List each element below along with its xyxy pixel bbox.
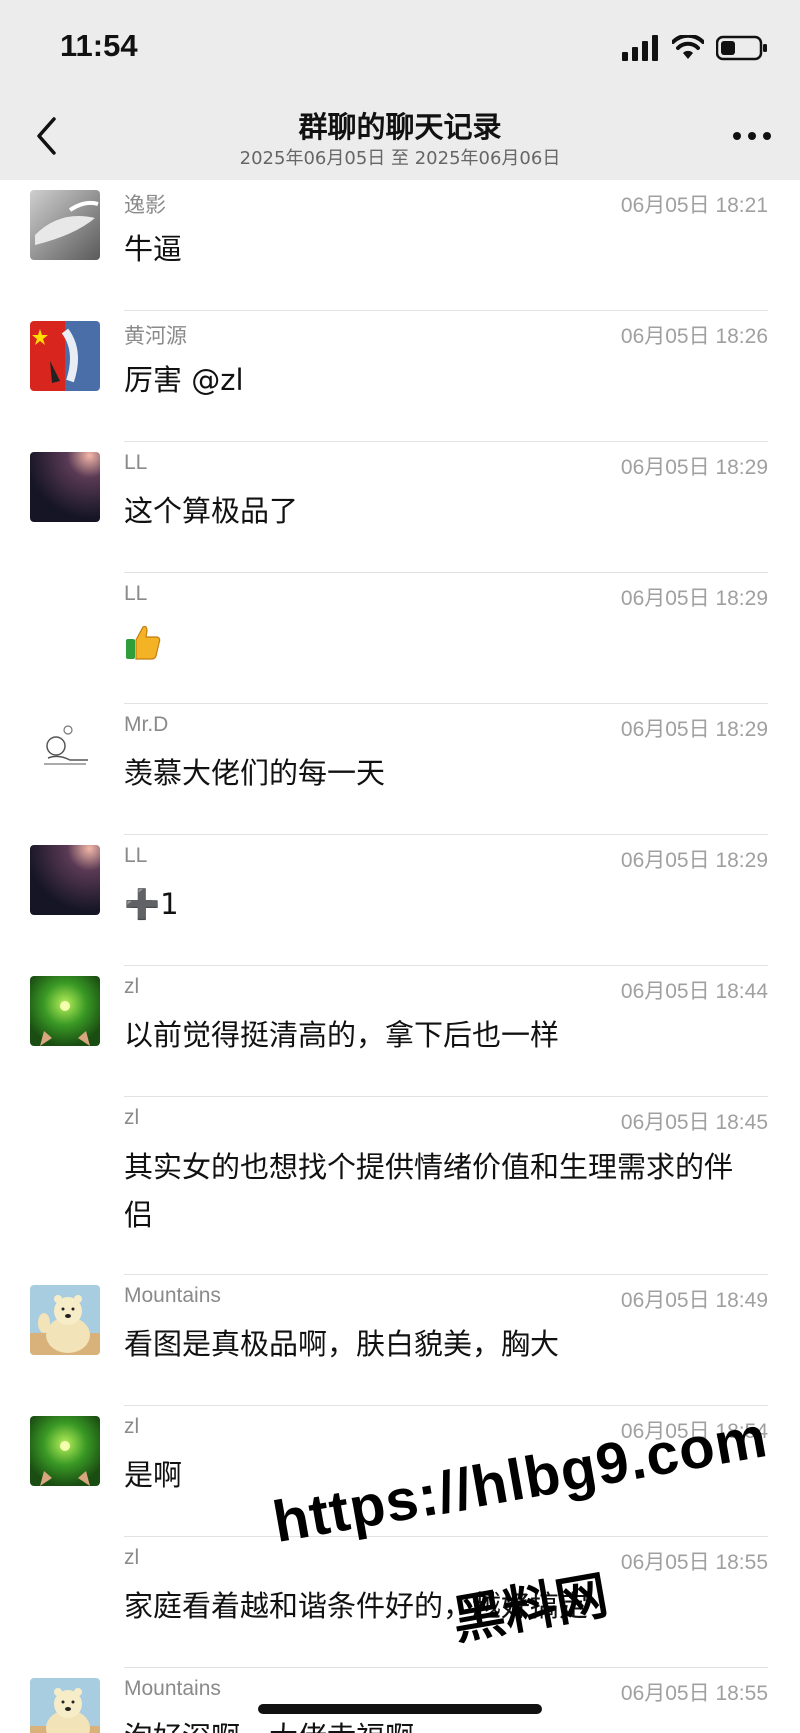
avatar-flag-image [30, 321, 100, 391]
message-timestamp: 06月05日 18:29 [620, 587, 768, 610]
sender-name: zl [124, 975, 140, 998]
message-timestamp: 06月05日 18:29 [620, 456, 768, 479]
message-emoji [124, 623, 764, 674]
date-range-subtitle: 2025年06月05日 至 2025年06月06日 [239, 148, 561, 169]
sender-name: Mountains [124, 1677, 221, 1700]
avatar[interactable] [30, 1416, 100, 1486]
message-text: 这个算极品了 [124, 494, 299, 528]
message-text: 以前觉得挺清高的，拿下后也一样 [124, 1018, 560, 1052]
message-text: 牛逼 [124, 232, 183, 266]
sender-name: Mountains [124, 1284, 221, 1307]
message-text: 家庭看着越和谐条件好的，越好搞定 [124, 1589, 589, 1623]
message-item[interactable]: LL 06月05日 18:29 ➕1 [0, 835, 800, 966]
sender-name: zl [124, 1546, 140, 1569]
sender-name: LL [124, 582, 148, 605]
message-item[interactable]: zl 06月05日 18:44 以前觉得挺清高的，拿下后也一样 [0, 966, 800, 1097]
chat-history-screen: 11:54 群聊的聊天记录 2025年06月05日 至 2025年06月06日 … [0, 0, 800, 1733]
avatar-planet-image [30, 845, 100, 915]
avatar[interactable] [30, 1285, 100, 1355]
avatar[interactable] [30, 1678, 100, 1733]
avatar[interactable] [30, 845, 100, 915]
avatar[interactable] [30, 714, 100, 784]
avatar[interactable] [30, 190, 100, 260]
message-item[interactable]: 逸影 06月05日 18:21 牛逼 [0, 180, 800, 311]
message-timestamp: 06月05日 18:49 [620, 1289, 768, 1312]
message-text: 看图是真极品啊，肤白貌美，胸大 [124, 1327, 560, 1361]
message-item[interactable]: Mr.D 06月05日 18:29 羡慕大佬们的每一天 [0, 704, 800, 835]
message-item[interactable]: Mountains 06月05日 18:49 看图是真极品啊，肤白貌美，胸大 [0, 1275, 800, 1406]
sender-name: LL [124, 451, 148, 474]
sender-name: Mr.D [124, 713, 169, 736]
sender-name: LL [124, 844, 148, 867]
avatar-green-image [30, 976, 100, 1046]
avatar-bear-image [30, 1678, 100, 1733]
message-timestamp: 06月05日 18:44 [620, 980, 768, 1003]
page-title: 群聊的聊天记录 [298, 110, 502, 144]
message-timestamp: 06月05日 18:45 [620, 1111, 768, 1134]
message-text: 厉害 @zl [124, 363, 244, 397]
message-item[interactable]: LL 06月05日 18:29 这个算极品了 [0, 442, 800, 573]
status-time: 11:54 [60, 28, 138, 63]
message-item[interactable]: 黄河源 06月05日 18:26 厉害 @zl [0, 311, 800, 442]
home-indicator[interactable] [258, 1704, 542, 1714]
message-timestamp: 06月05日 18:29 [620, 849, 768, 872]
message-item[interactable]: zl 06月05日 18:55 家庭看着越和谐条件好的，越好搞定 [0, 1537, 800, 1668]
message-item[interactable]: zl 06月05日 18:45 其实女的也想找个提供情绪价值和生理需求的伴侣 [0, 1097, 800, 1275]
avatar[interactable] [30, 321, 100, 391]
avatar-bear-image [30, 1285, 100, 1355]
message-text: 羡慕大佬们的每一天 [124, 756, 386, 790]
more-options-button[interactable] [726, 112, 778, 160]
message-item[interactable]: zl 06月05日 18:54 是啊 [0, 1406, 800, 1537]
sender-name: 逸影 [124, 194, 166, 217]
thumbs-up-icon [126, 625, 161, 660]
message-text: 是啊 [124, 1458, 183, 1492]
message-timestamp: 06月05日 18:26 [620, 325, 768, 348]
sender-name: zl [124, 1106, 140, 1129]
message-item[interactable]: Mountains 06月05日 18:55 泡好深啊，大佬幸福啊 [0, 1668, 800, 1733]
avatar-fish-image [30, 190, 100, 260]
avatar-planet-image [30, 452, 100, 522]
avatar[interactable] [30, 452, 100, 522]
sender-name: 黄河源 [124, 325, 187, 348]
navigation-bar: 群聊的聊天记录 2025年06月05日 至 2025年06月06日 [0, 96, 800, 180]
message-timestamp: 06月05日 18:55 [620, 1551, 768, 1574]
message-timestamp: 06月05日 18:55 [620, 1682, 768, 1705]
cellular-signal-icon [622, 35, 658, 61]
battery-icon [716, 35, 767, 61]
avatar-sketch-image [30, 714, 100, 784]
avatar[interactable] [30, 976, 100, 1046]
message-list[interactable]: 逸影 06月05日 18:21 牛逼 黄河源 06月05日 18:26 厉害 @… [0, 180, 800, 1733]
sender-name: zl [124, 1415, 140, 1438]
message-text: ➕1 [124, 887, 179, 921]
status-icons [622, 32, 768, 64]
more-dots-icon [733, 132, 771, 140]
message-timestamp: 06月05日 18:29 [620, 718, 768, 741]
message-text: 泡好深啊，大佬幸福啊 [124, 1714, 764, 1733]
avatar-green-image [30, 1416, 100, 1486]
status-bar: 11:54 [0, 0, 800, 96]
wifi-icon [672, 35, 704, 59]
message-timestamp: 06月05日 18:54 [620, 1420, 768, 1443]
message-text: 其实女的也想找个提供情绪价值和生理需求的伴侣 [124, 1150, 734, 1232]
message-item[interactable]: LL 06月05日 18:29 [0, 573, 800, 704]
message-timestamp: 06月05日 18:21 [620, 194, 768, 217]
